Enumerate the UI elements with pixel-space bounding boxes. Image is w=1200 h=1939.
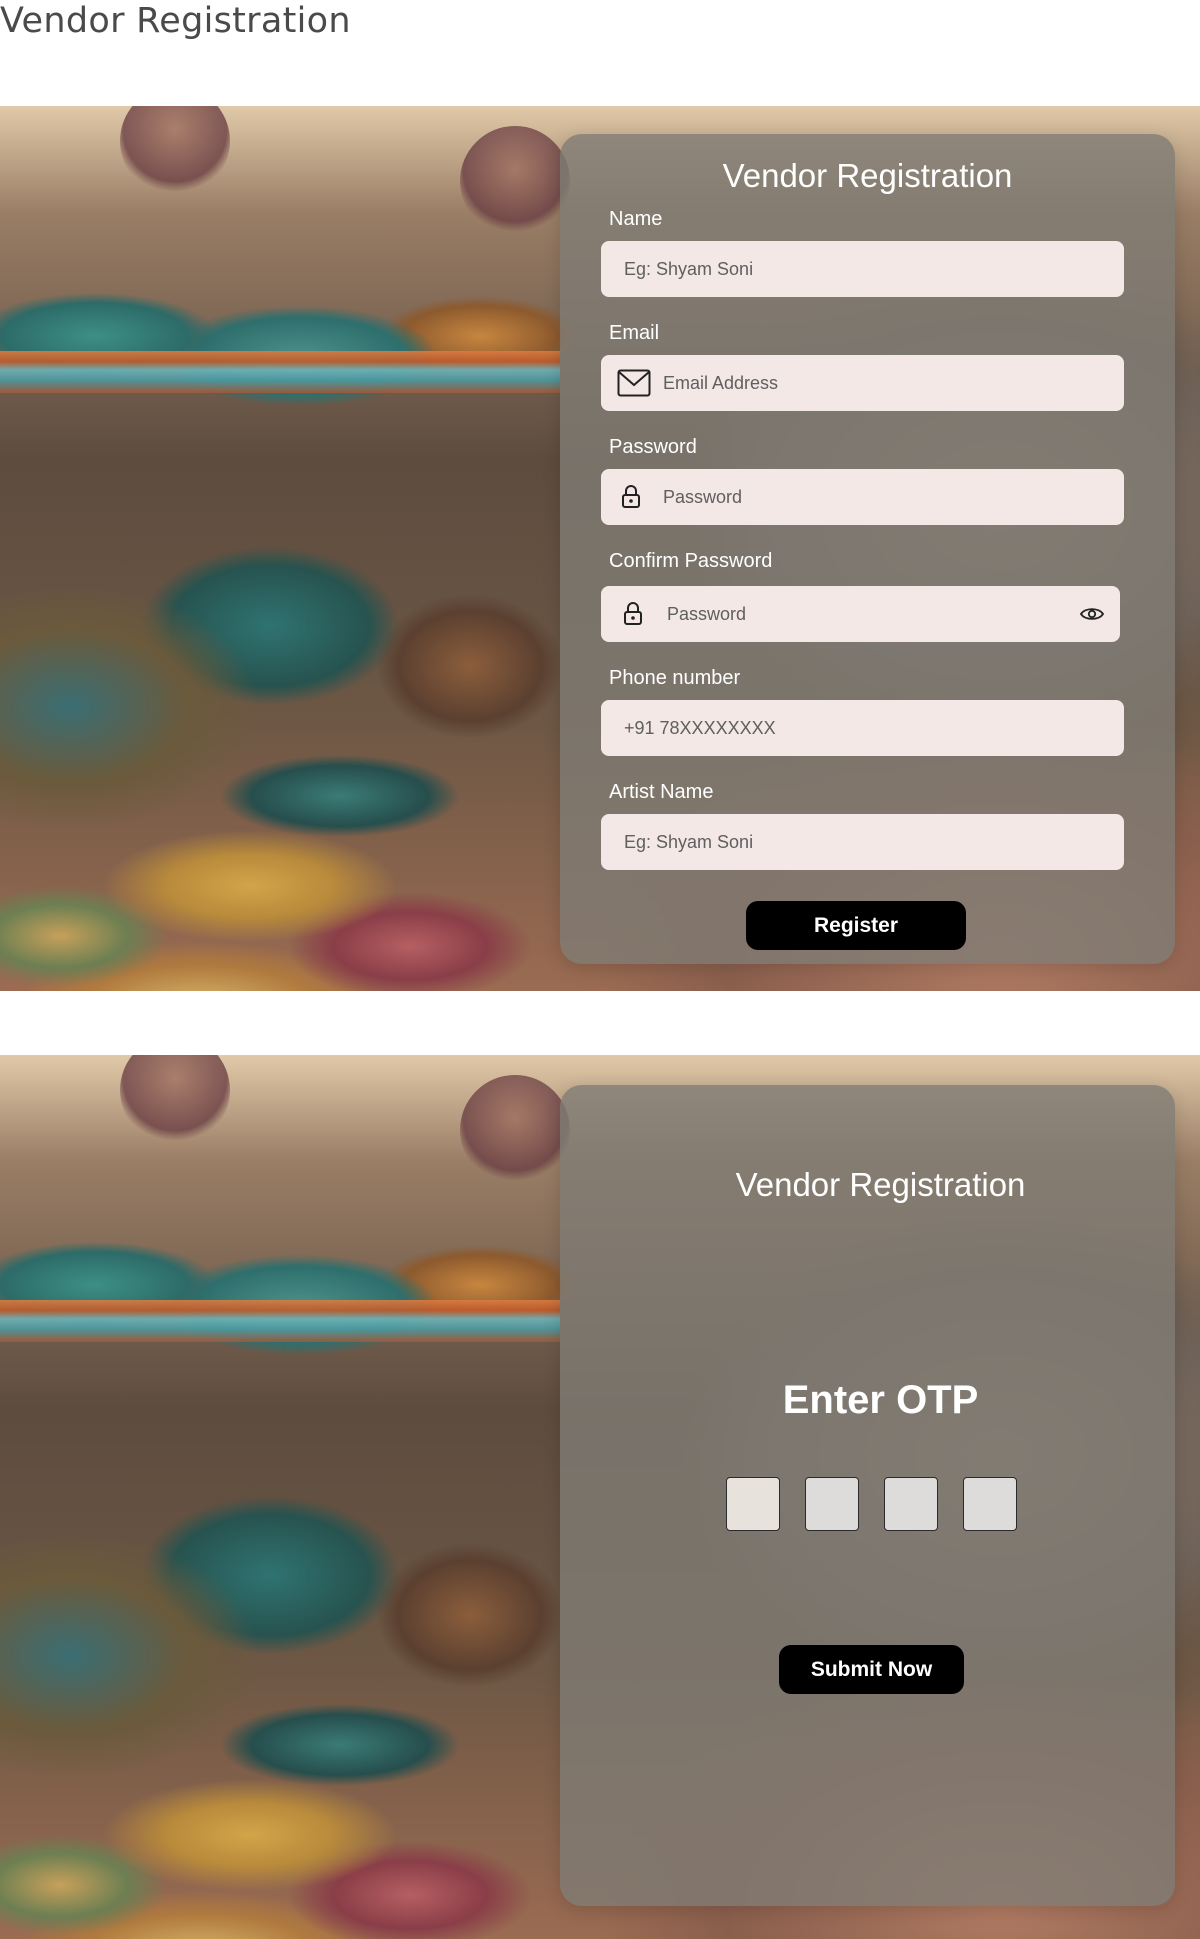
person-decoration	[120, 1055, 230, 1145]
otp-heading: Enter OTP	[782, 1378, 979, 1422]
phone-label: Phone number	[609, 667, 741, 689]
confirm-password-label: Confirm Password	[609, 550, 773, 572]
otp-digit-4[interactable]	[963, 1477, 1017, 1531]
otp-digit-2[interactable]	[805, 1477, 859, 1531]
person-decoration	[120, 106, 230, 196]
name-input[interactable]	[622, 257, 1124, 281]
email-label: Email	[609, 322, 660, 344]
otp-digit-3[interactable]	[884, 1477, 938, 1531]
otp-digit-1[interactable]	[726, 1477, 780, 1531]
otp-card: Vendor Registration Enter OTP Submit Now	[560, 1085, 1175, 1906]
registration-title: Vendor Registration	[722, 157, 1013, 194]
email-input[interactable]	[661, 371, 1124, 395]
phone-field	[601, 700, 1124, 756]
person-decoration	[460, 1075, 570, 1185]
phone-input[interactable]	[622, 716, 1124, 740]
eye-icon[interactable]	[1080, 606, 1104, 622]
password-label: Password	[609, 436, 697, 458]
otp-card-title: Vendor Registration	[735, 1166, 1026, 1203]
mail-icon	[617, 369, 651, 397]
artist-name-field	[601, 814, 1124, 870]
password-input[interactable]	[661, 485, 1124, 509]
confirm-password-field	[601, 586, 1120, 642]
shelf-decoration	[0, 1300, 560, 1342]
password-field	[601, 469, 1124, 525]
person-decoration	[460, 126, 570, 236]
artist-name-label: Artist Name	[609, 781, 714, 803]
artist-name-input[interactable]	[622, 830, 1124, 854]
name-field	[601, 241, 1124, 297]
email-field	[601, 355, 1124, 411]
lock-icon	[621, 485, 641, 509]
shelf-decoration	[0, 351, 560, 393]
submit-now-button[interactable]: Submit Now	[779, 1645, 964, 1694]
registration-card: Vendor Registration Name Email Password …	[560, 134, 1175, 964]
lock-icon	[623, 602, 643, 626]
page-title: Vendor Registration	[0, 1, 351, 41]
register-button[interactable]: Register	[746, 901, 966, 950]
confirm-password-input[interactable]	[665, 602, 1080, 626]
name-label: Name	[609, 208, 663, 230]
